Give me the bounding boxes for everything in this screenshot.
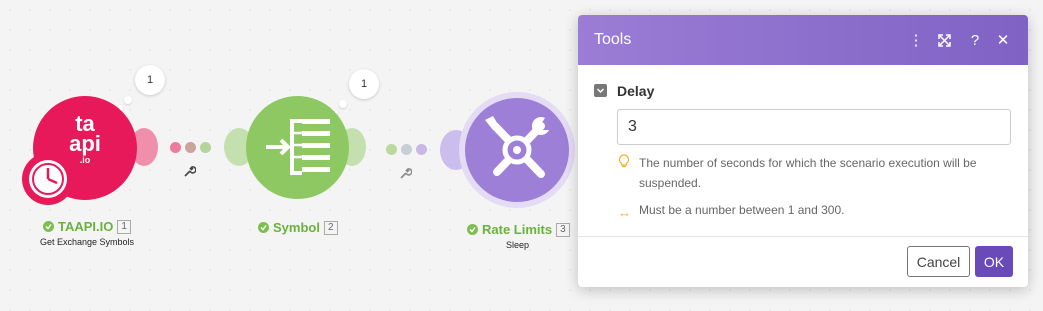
connection-dot bbox=[386, 144, 397, 155]
connection-dot bbox=[416, 144, 427, 155]
connection-dot bbox=[200, 142, 211, 153]
footer-divider bbox=[578, 236, 1028, 237]
rate-limits-module[interactable] bbox=[465, 98, 569, 202]
lightbulb-icon bbox=[618, 154, 630, 173]
check-icon bbox=[43, 221, 54, 232]
more-options-icon[interactable]: ⋮ bbox=[906, 30, 926, 50]
delay-input[interactable] bbox=[617, 109, 1011, 145]
check-icon bbox=[467, 224, 478, 235]
bubble-tail-dot bbox=[124, 96, 132, 104]
connection-dot bbox=[401, 144, 412, 155]
connection-dot bbox=[185, 142, 196, 153]
module-label: Symbol 2 bbox=[258, 220, 338, 235]
dialog-header: Tools ⋮ ? ✕ bbox=[578, 15, 1028, 65]
tools-dialog: Tools ⋮ ? ✕ Delay The number of seconds … bbox=[578, 15, 1028, 287]
wrench-icon[interactable] bbox=[400, 166, 413, 184]
connection-dot bbox=[170, 142, 181, 153]
tools-icon bbox=[485, 116, 549, 178]
iterator-icon bbox=[266, 119, 330, 175]
check-icon bbox=[258, 222, 269, 233]
module-label: Rate Limits 3 bbox=[467, 222, 570, 237]
delay-hint: The number of seconds for which the scen… bbox=[639, 156, 977, 190]
delay-label: Delay bbox=[617, 83, 655, 99]
range-arrow-icon: ↔ bbox=[618, 205, 631, 220]
wrench-icon[interactable] bbox=[184, 164, 197, 182]
clock-icon bbox=[22, 153, 74, 205]
module-subtitle: Get Exchange Symbols bbox=[40, 237, 135, 247]
ok-button[interactable]: OK bbox=[975, 246, 1013, 277]
dialog-title: Tools bbox=[594, 31, 632, 48]
collapse-toggle-icon[interactable] bbox=[594, 84, 607, 97]
operations-bubble[interactable]: 1 bbox=[135, 65, 165, 95]
help-icon[interactable]: ? bbox=[965, 30, 985, 50]
close-icon[interactable]: ✕ bbox=[993, 30, 1013, 50]
expand-icon[interactable] bbox=[934, 30, 954, 50]
module-subtitle: Sleep bbox=[506, 240, 530, 250]
module-label: TAAPI.IO 1 bbox=[43, 219, 131, 234]
symbol-module[interactable] bbox=[246, 96, 349, 199]
range-hint: Must be a number between 1 and 300. bbox=[639, 203, 845, 217]
cancel-button[interactable]: Cancel bbox=[907, 246, 970, 277]
operations-bubble[interactable]: 1 bbox=[349, 69, 379, 99]
